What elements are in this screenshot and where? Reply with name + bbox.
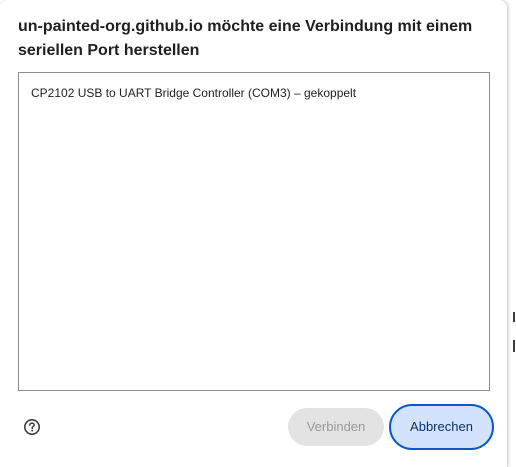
dialog-title: un-painted-org.github.io möchte eine Ver… xyxy=(18,18,473,59)
device-list-item[interactable]: CP2102 USB to UART Bridge Controller (CO… xyxy=(19,81,489,105)
window-edge xyxy=(512,0,516,467)
serial-port-dialog: un-painted-org.github.io möchte eine Ver… xyxy=(0,0,507,467)
edge-marker xyxy=(513,340,515,352)
cancel-button[interactable]: Abbrechen xyxy=(389,404,494,450)
edge-marker xyxy=(513,312,515,322)
device-list[interactable]: CP2102 USB to UART Bridge Controller (CO… xyxy=(18,72,490,391)
help-circle-icon[interactable] xyxy=(23,418,41,436)
connect-button[interactable]: Verbinden xyxy=(288,408,384,446)
